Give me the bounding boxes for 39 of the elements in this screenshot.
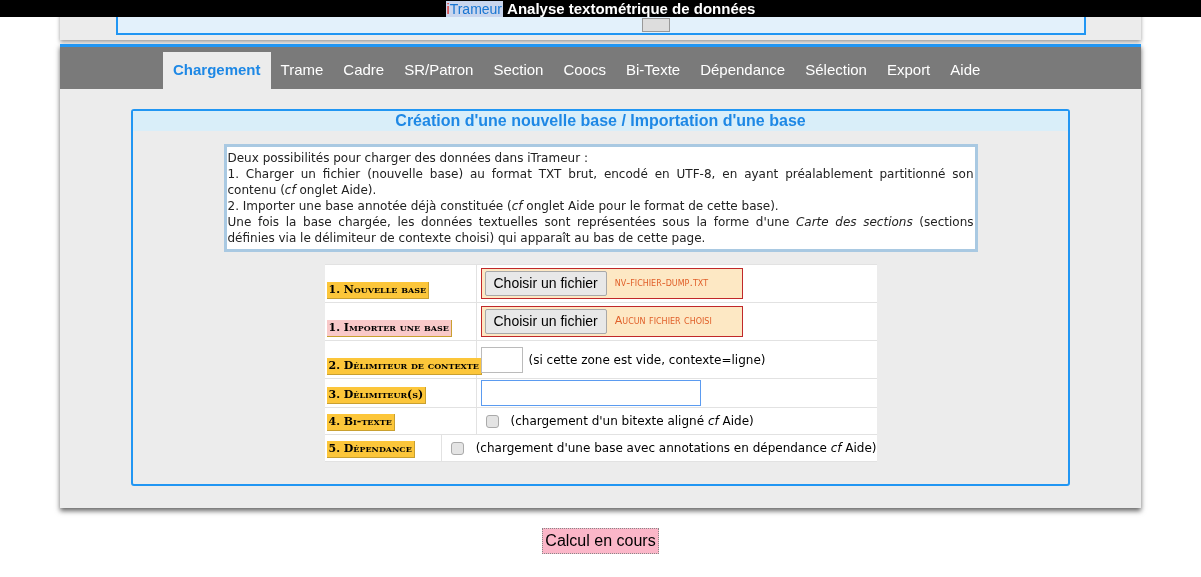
hint-text: (chargement d'une base avec annotations en dépendance cf Aide) xyxy=(475,440,877,457)
hint-text: (chargement d'un bitexte aligné cf Aide) xyxy=(510,413,754,430)
status-message: Calcul en cours xyxy=(542,528,659,554)
tab[interactable]: Sélection xyxy=(795,52,877,89)
field-label: 4. Bi-texte xyxy=(326,413,395,431)
input-field[interactable] xyxy=(480,346,523,373)
tab[interactable]: Aide xyxy=(940,52,991,89)
checkbox[interactable] xyxy=(450,441,464,455)
hint-text: (si cette zone est vide, contexte=ligne) xyxy=(528,351,766,369)
tab[interactable]: Trame xyxy=(270,52,334,89)
file-field[interactable]: Choisir un fichier nv-fichier-dump.txt xyxy=(480,268,743,299)
choose-file-button[interactable]: Choisir un fichier xyxy=(484,309,607,334)
tab[interactable]: Coocs xyxy=(553,52,616,89)
file-name: nv-fichier-dump.txt xyxy=(614,275,709,292)
app-title: Analyse textométrique de données xyxy=(507,0,756,17)
tab[interactable]: Chargement xyxy=(163,52,271,89)
logo: iTrameur xyxy=(445,0,504,17)
input-field[interactable] xyxy=(480,380,701,406)
file-field[interactable]: Choisir un fichier Aucun fichier choisi xyxy=(480,306,743,337)
tab[interactable]: Bi-Texte xyxy=(615,52,691,89)
tab[interactable]: Section xyxy=(483,52,554,89)
choose-file-button[interactable]: Choisir un fichier xyxy=(484,271,607,296)
section-title: Création d'une nouvelle base / Importation d'une base xyxy=(133,111,1068,131)
description-text: 2. Importer une base annotée déjà constituée (cf onglet Aide pour le format de cette base). xyxy=(227,198,780,214)
tab[interactable]: Cadre xyxy=(333,52,395,89)
tab[interactable]: Export xyxy=(876,52,941,89)
description-text: Une fois la base chargée, les données textuelles sont représentées sous la forme d'une Carte des sections (sections définies via le délimiteur de contexte choisi) qui apparaît au bas de cette page. xyxy=(227,214,974,246)
file-name: Aucun fichier choisi xyxy=(614,313,712,330)
description-text: 1. Charger un fichier (nouvelle base) au format TXT brut, encodé en UTF-8, en ayant préalablement partitionné son contenu (cf onglet Aide). xyxy=(227,166,974,198)
tab[interactable]: SR/Patron xyxy=(394,52,484,89)
parameters-button[interactable] xyxy=(641,18,670,32)
field-label: 5. Dépendance xyxy=(326,440,415,458)
field-label: 2. Délimiteur de contexte xyxy=(326,357,482,375)
field-label: 1. Nouvelle base xyxy=(326,281,430,299)
checkbox[interactable] xyxy=(485,414,499,428)
tab[interactable]: Dépendance xyxy=(690,52,796,89)
description-text: Deux possibilités pour charger des données dans iTrameur : xyxy=(227,150,589,166)
field-label: 3. Délimiteur(s) xyxy=(326,386,427,404)
field-label: 1. Importer une base xyxy=(326,319,452,337)
